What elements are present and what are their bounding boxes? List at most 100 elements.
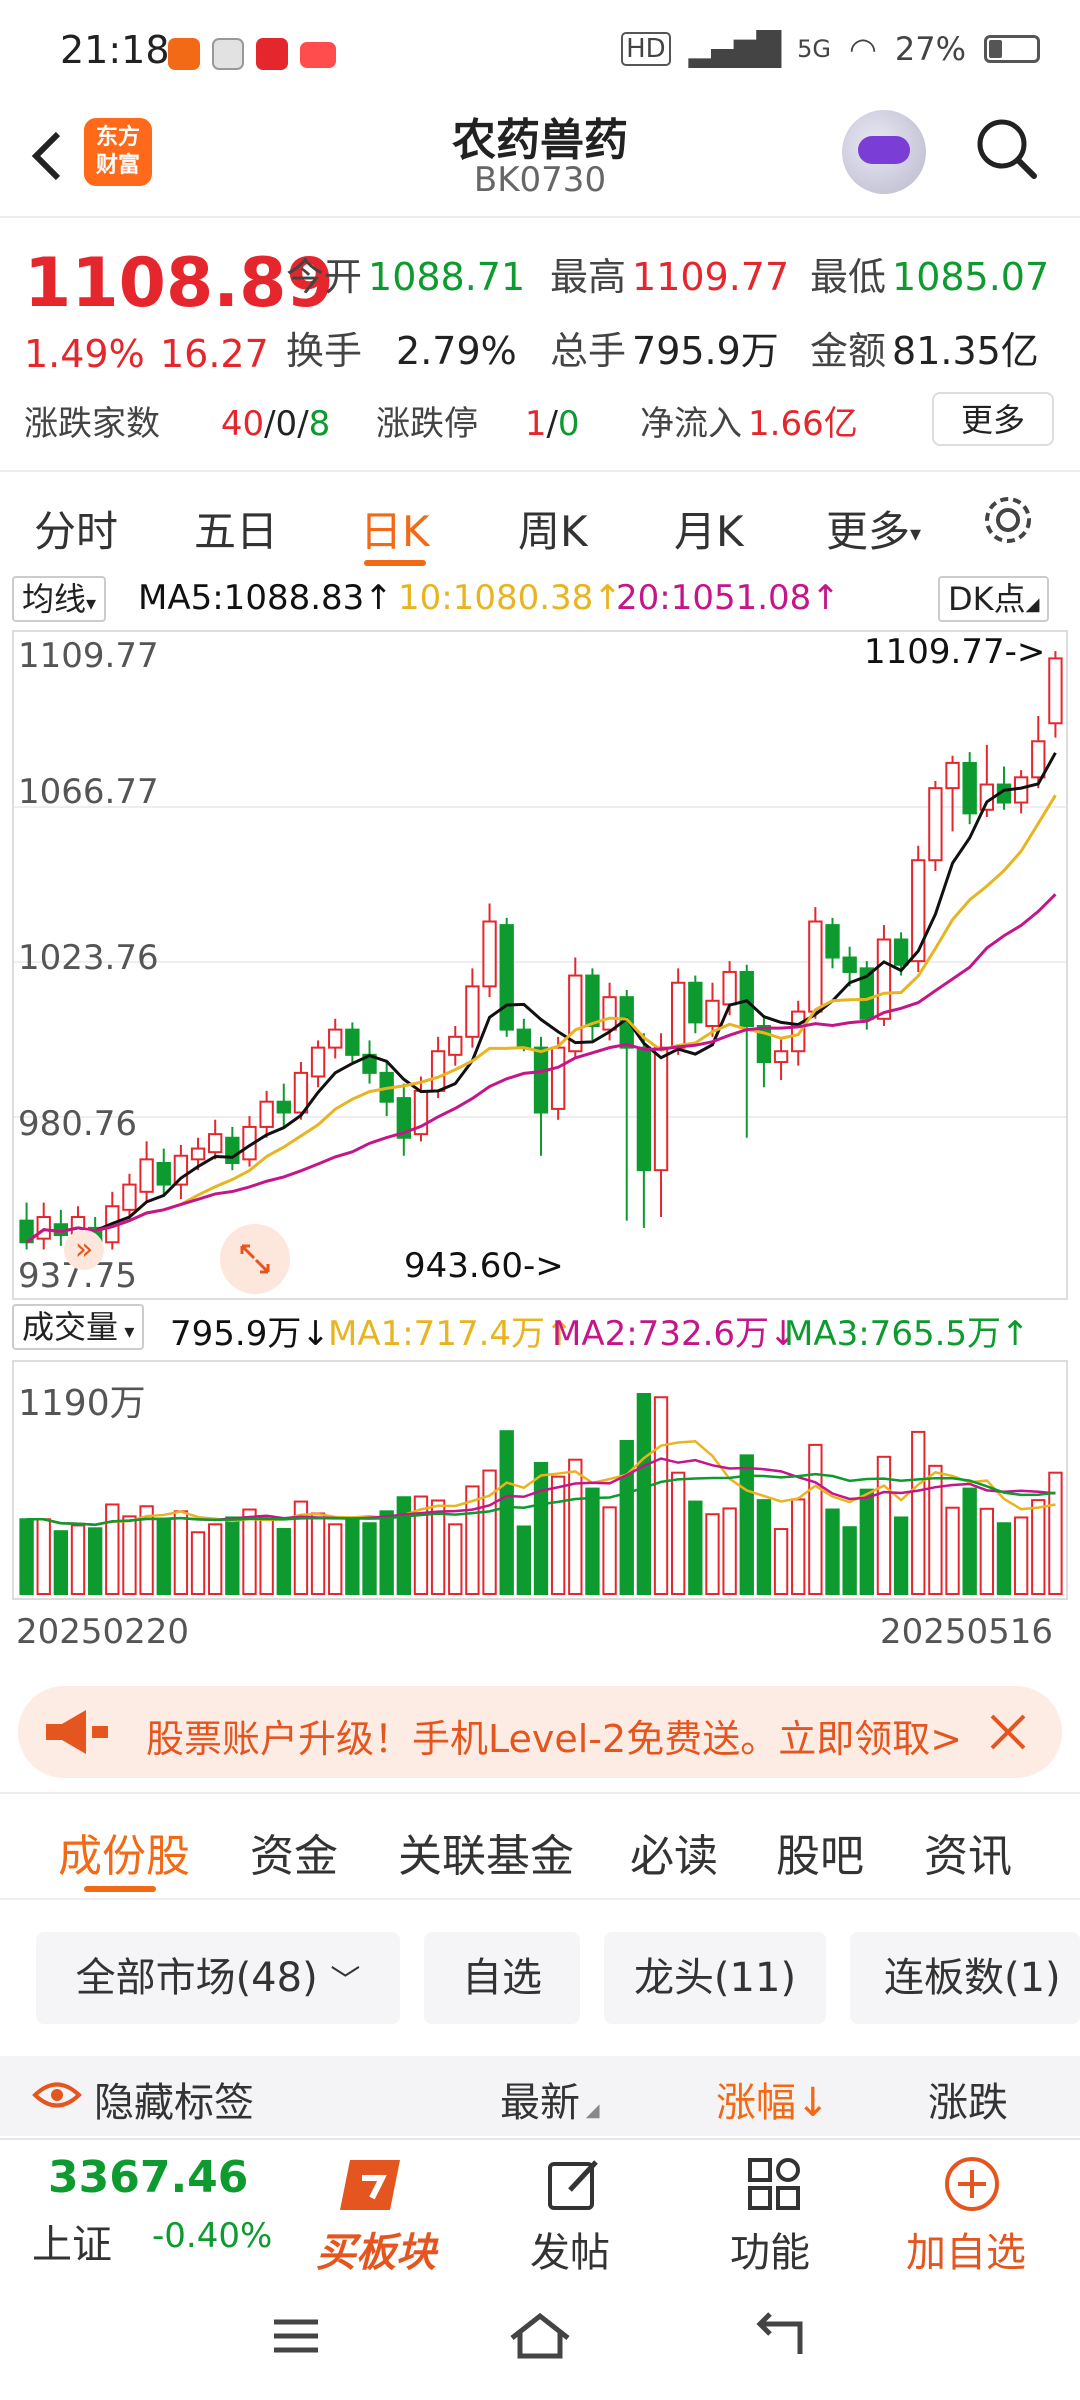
volume-bar [276, 1528, 291, 1595]
bottom-toolbar: 3367.46 上证 -0.40% 买板块 发帖 功能 加自选 [0, 2138, 1080, 2276]
candle [482, 903, 497, 998]
tab-funds-flow[interactable]: 资金 [250, 1820, 338, 1884]
volume-bar [876, 1455, 892, 1595]
hide-tags-toggle[interactable]: 隐藏标签 [94, 2070, 254, 2128]
tab-monthly-k[interactable]: 月K [674, 498, 744, 559]
scroll-right-icon[interactable]: » [64, 1230, 104, 1270]
volume-bar [208, 1523, 223, 1595]
candle [979, 744, 995, 817]
volume-bar [1048, 1471, 1063, 1595]
leader-filter[interactable]: 龙头(11) [604, 1932, 826, 2024]
candle [533, 1036, 549, 1156]
settings-gear-icon[interactable] [980, 492, 1036, 548]
volume-bar [979, 1507, 995, 1595]
volume-bar [328, 1523, 343, 1595]
low-stat: 最低 1085.07 [810, 255, 1050, 299]
tab-forum[interactable]: 股吧 [776, 1820, 864, 1884]
caret-down-icon: ▾ [910, 522, 922, 547]
kline-svg [14, 651, 1066, 1254]
candle [259, 1090, 274, 1138]
volume-bar [53, 1530, 69, 1595]
volume-selector[interactable]: 成交量 ▾ [12, 1304, 145, 1350]
net-inflow: 净流入 1.66亿 [640, 404, 858, 444]
vol-ma3: MA3:765.5万↑ [784, 1314, 1030, 1354]
limit-count: 涨跌停 1/0 [376, 404, 580, 444]
watchlist-filter[interactable]: 自选 [424, 1932, 580, 2024]
volume-bar [87, 1527, 103, 1596]
ma-selector[interactable]: 均线▾ [12, 576, 107, 622]
index-change[interactable]: -0.40% [152, 2216, 272, 2256]
expand-icon[interactable] [220, 1224, 290, 1294]
market-filter[interactable]: 全部市场(48) ﹀ [36, 1932, 400, 2024]
candle [156, 1148, 171, 1196]
hd-icon: HD [621, 32, 671, 66]
volume-bar [945, 1506, 960, 1595]
candle [550, 1036, 566, 1120]
kline-chart[interactable]: 1109.77 1066.77 1023.76 980.76 937.75 11… [12, 630, 1068, 1300]
eye-icon[interactable] [32, 2078, 82, 2112]
consecutive-limit-filter[interactable]: 连板数(1) [850, 1932, 1080, 2024]
candle [825, 917, 840, 969]
candle [413, 1076, 429, 1142]
tab-related-funds[interactable]: 关联基金 [398, 1820, 574, 1884]
high-stat: 最高 1109.77 [550, 255, 790, 299]
back-nav-icon[interactable] [750, 2310, 810, 2362]
candle [945, 755, 960, 832]
candle [19, 1202, 34, 1250]
volume-value: 795.9万↓ [170, 1314, 330, 1354]
tab-must-read[interactable]: 必读 [630, 1820, 718, 1884]
close-icon[interactable] [984, 1708, 1032, 1756]
volume-bar [156, 1518, 171, 1595]
edit-post-icon[interactable] [544, 2154, 604, 2214]
volume-bar [636, 1393, 652, 1595]
dk-point-button[interactable]: DK点◢ [938, 576, 1050, 622]
volume-bar [190, 1531, 206, 1596]
tab-daily-k[interactable]: 日K [360, 498, 430, 559]
amount-stat: 金额 81.35亿 [810, 329, 1039, 373]
volume-bar [70, 1524, 86, 1595]
tab-five-day[interactable]: 五日 [194, 498, 278, 559]
candle [465, 968, 480, 1048]
status-time: 21:18 [60, 28, 170, 72]
candle [448, 1026, 463, 1066]
col-change-pct[interactable]: 涨幅↓ [716, 2070, 830, 2128]
candle [928, 780, 943, 872]
search-icon[interactable] [972, 114, 1040, 182]
price-axis-label: 1109.77 [18, 636, 159, 676]
notification-app-icon [256, 38, 288, 70]
candle [671, 968, 686, 1055]
megaphone-icon [46, 1710, 108, 1754]
volume-bar [962, 1487, 977, 1595]
tab-news[interactable]: 资讯 [924, 1820, 1012, 1884]
volume-bar [36, 1518, 51, 1595]
tab-constituents[interactable]: 成份股 [58, 1820, 190, 1884]
home-icon[interactable] [508, 2310, 572, 2362]
tab-weekly-k[interactable]: 周K [518, 498, 588, 559]
promo-banner[interactable]: 股票账户升级！手机Level-2免费送。立即领取> [18, 1686, 1062, 1778]
volume-bar [859, 1488, 874, 1595]
candle [1048, 651, 1063, 738]
index-value[interactable]: 3367.46 [48, 2152, 248, 2203]
volume-axis-label: 1190万 [18, 1383, 146, 1424]
menu-icon[interactable] [270, 2316, 322, 2356]
high-annotation: 1109.77-> [864, 632, 1046, 672]
low-annotation: 943.60-> [404, 1246, 564, 1286]
index-name[interactable]: 上证 [32, 2212, 112, 2270]
col-latest[interactable]: 最新 ◢ [500, 2070, 600, 2128]
caret-down-icon: ▾ [118, 1319, 135, 1343]
more-button[interactable]: 更多 [932, 392, 1054, 446]
volume-bar [499, 1430, 514, 1595]
volume-chart[interactable]: 1190万 [12, 1360, 1068, 1600]
volume-bar [396, 1496, 411, 1595]
col-updown[interactable]: 涨跌 [928, 2070, 1008, 2128]
volume-bar [242, 1508, 257, 1595]
volume-bar [756, 1499, 772, 1595]
volume-bar [568, 1458, 583, 1596]
assistant-robot-icon[interactable] [842, 110, 926, 194]
add-circle-icon[interactable] [942, 2154, 1002, 2214]
buy-sector-icon[interactable] [320, 2150, 440, 2220]
caret-down-icon: ▾ [86, 591, 97, 615]
tab-more[interactable]: 更多▾ [826, 498, 921, 559]
functions-grid-icon[interactable] [744, 2154, 804, 2214]
tab-intraday[interactable]: 分时 [34, 498, 118, 559]
